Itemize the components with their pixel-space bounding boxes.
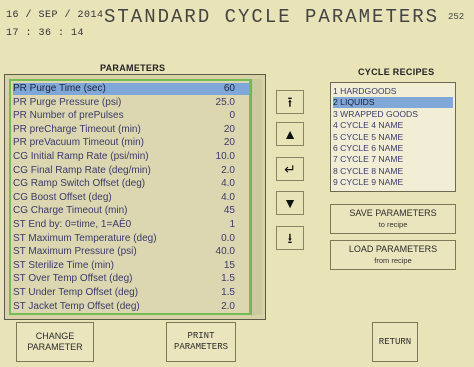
parameter-label: ST End by: 0=time, 1=AĒ0 (13, 219, 132, 230)
parameter-label: ST Maximum Pressure (psi) (13, 246, 137, 258)
print-parameters-label-1: PRINT (187, 331, 215, 341)
load-parameters-button[interactable]: LOAD PARAMETERS from recipe (330, 240, 456, 270)
parameter-row[interactable]: CG Ramp Switch Offset (deg) 4.0 (13, 178, 249, 190)
parameter-row[interactable]: CG Initial Ramp Rate (psi/min) 10.0 (13, 151, 249, 163)
time-readout: 17 : 36 : 14 (6, 28, 85, 39)
parameter-row[interactable]: PR preCharge Timeout (min) 20 (13, 124, 249, 136)
parameter-label: CG Ramp Switch Offset (deg) (13, 178, 146, 190)
parameter-row[interactable]: ST Sterilize Time (min) 15 (13, 260, 249, 272)
parameter-label: CG Charge Timeout (min) (13, 205, 128, 217)
parameter-label: PR preCharge Timeout (min) (13, 123, 141, 135)
parameter-value: 0.0 (221, 232, 235, 244)
parameter-label: ST Under Temp Offset (deg) (13, 287, 139, 298)
parameter-row[interactable]: ST Maximum Pressure (psi) 40.0 (13, 246, 249, 258)
parameter-value: 10.0 (215, 151, 235, 162)
enter-button[interactable]: ↵ (276, 157, 304, 181)
print-parameters-button[interactable]: PRINT PARAMETERS (166, 322, 236, 362)
parameter-label: ST Over Temp Offset (deg) (13, 273, 133, 285)
down-arrow-button[interactable]: ▼ (276, 191, 304, 215)
up-arrow-button[interactable]: ▲ (276, 122, 304, 146)
parameter-row[interactable]: PR Purge Pressure (psi) 25.0 (13, 97, 249, 109)
load-parameters-label: LOAD PARAMETERS (348, 244, 438, 254)
parameter-value: 1 (229, 219, 235, 230)
parameter-row[interactable]: PR Purge Time (sec) 60 (13, 83, 249, 95)
parameters-scrollbar[interactable] (251, 79, 262, 315)
recipes-list[interactable]: 1 HARDGOODS 2 LIQUIDS 3 WRAPPED GOODS 4 CYC… (330, 82, 456, 192)
parameter-label: PR Number of prePulses (13, 110, 124, 122)
parameters-list[interactable]: PR Purge Time (sec) 60 PR Purge Pressure (… (9, 79, 251, 315)
parameter-label: ST Maximum Temperature (deg) (13, 232, 157, 244)
parameter-row[interactable]: ST Jacket Temp Offset (deg) 2.0 (13, 301, 249, 313)
recipe-item[interactable]: 9 CYCLE 9 NAME (333, 177, 453, 188)
screen-number: 252 (448, 12, 465, 22)
parameter-value: 2.0 (221, 300, 235, 312)
parameter-value: 1.5 (221, 287, 235, 298)
save-parameters-label: SAVE PARAMETERS (349, 208, 437, 218)
recipe-item[interactable]: 1 HARDGOODS (333, 86, 453, 97)
parameter-row[interactable]: CG Boost Offset (deg) 4.0 (13, 192, 249, 204)
change-parameter-button[interactable]: CHANGE PARAMETER (16, 322, 94, 362)
parameter-value: 4.0 (221, 191, 235, 203)
page-down-button[interactable]: ⭳ (276, 226, 304, 250)
parameter-value: 40.0 (215, 246, 235, 258)
return-button[interactable]: RETURN (372, 322, 418, 362)
change-parameter-label-2: PARAMETER (27, 342, 83, 352)
parameter-row[interactable]: ST Maximum Temperature (deg) 0.0 (13, 233, 249, 245)
parameter-label: PR Purge Pressure (psi) (13, 96, 122, 108)
parameter-label: PR Purge Time (sec) (13, 83, 106, 94)
parameters-panel: PR Purge Time (sec) 60 PR Purge Pressure (… (4, 74, 266, 320)
recipe-item[interactable]: 8 CYCLE 8 NAME (333, 166, 453, 177)
recipe-item[interactable]: 3 WRAPPED GOODS (333, 109, 453, 120)
parameter-value: 2.0 (221, 164, 235, 176)
recipes-heading: CYCLE RECIPES (358, 67, 435, 77)
recipe-item[interactable]: 2 LIQUIDS (333, 97, 453, 109)
parameter-row[interactable]: PR Number of prePulses 0 (13, 110, 249, 122)
parameter-value: 0 (229, 110, 235, 122)
return-label: RETURN (378, 336, 412, 347)
parameter-label: CG Boost Offset (deg) (13, 191, 112, 203)
recipe-item[interactable]: 7 CYCLE 7 NAME (333, 154, 453, 165)
date-readout: 16 / SEP / 2014 (6, 10, 104, 21)
parameter-label: CG Final Ramp Rate (deg/min) (13, 164, 151, 176)
load-parameters-sublabel: from recipe (374, 256, 412, 265)
parameter-row[interactable]: PR preVacuum Timeout (min) 20 (13, 137, 249, 149)
parameter-value: 45 (223, 205, 235, 217)
parameter-row[interactable]: ST End by: 0=time, 1=AĒ0 1 (13, 219, 249, 231)
parameter-label: ST Sterilize Time (min) (13, 259, 114, 271)
recipe-item[interactable]: 5 CYCLE 5 NAME (333, 132, 453, 143)
parameter-row[interactable]: CG Charge Timeout (min) 45 (13, 205, 249, 217)
parameter-value: 20 (223, 137, 235, 149)
recipe-item[interactable]: 4 CYCLE 4 NAME (333, 120, 453, 131)
recipe-item[interactable]: 6 CYCLE 6 NAME (333, 143, 453, 154)
parameter-value: 20 (223, 123, 235, 135)
parameter-value: 4.0 (221, 178, 235, 190)
parameter-label: ST Jacket Temp Offset (deg) (13, 300, 140, 312)
page-up-button[interactable]: ⭱ (276, 90, 304, 114)
save-parameters-sublabel: to recipe (378, 220, 408, 229)
print-parameters-label-2: PARAMETERS (173, 342, 228, 352)
parameter-row[interactable]: ST Over Temp Offset (deg) 1.5 (13, 273, 249, 285)
parameter-value: 60 (223, 83, 235, 94)
parameter-row[interactable]: ST Under Temp Offset (deg) 1.5 (13, 287, 249, 299)
parameter-value: 1.5 (221, 273, 235, 285)
change-parameter-label-1: CHANGE (35, 331, 75, 341)
parameter-row[interactable]: CG Final Ramp Rate (deg/min) 2.0 (13, 165, 249, 177)
parameter-value: 15 (223, 259, 235, 271)
parameter-label: CG Initial Ramp Rate (psi/min) (13, 151, 149, 162)
parameter-label: PR preVacuum Timeout (min) (13, 137, 144, 149)
parameter-value: 25.0 (215, 96, 235, 108)
save-parameters-button[interactable]: SAVE PARAMETERS to recipe (330, 204, 456, 234)
page-title: STANDARD CYCLE PARAMETERS (104, 6, 440, 28)
parameters-heading: PARAMETERS (100, 63, 166, 73)
